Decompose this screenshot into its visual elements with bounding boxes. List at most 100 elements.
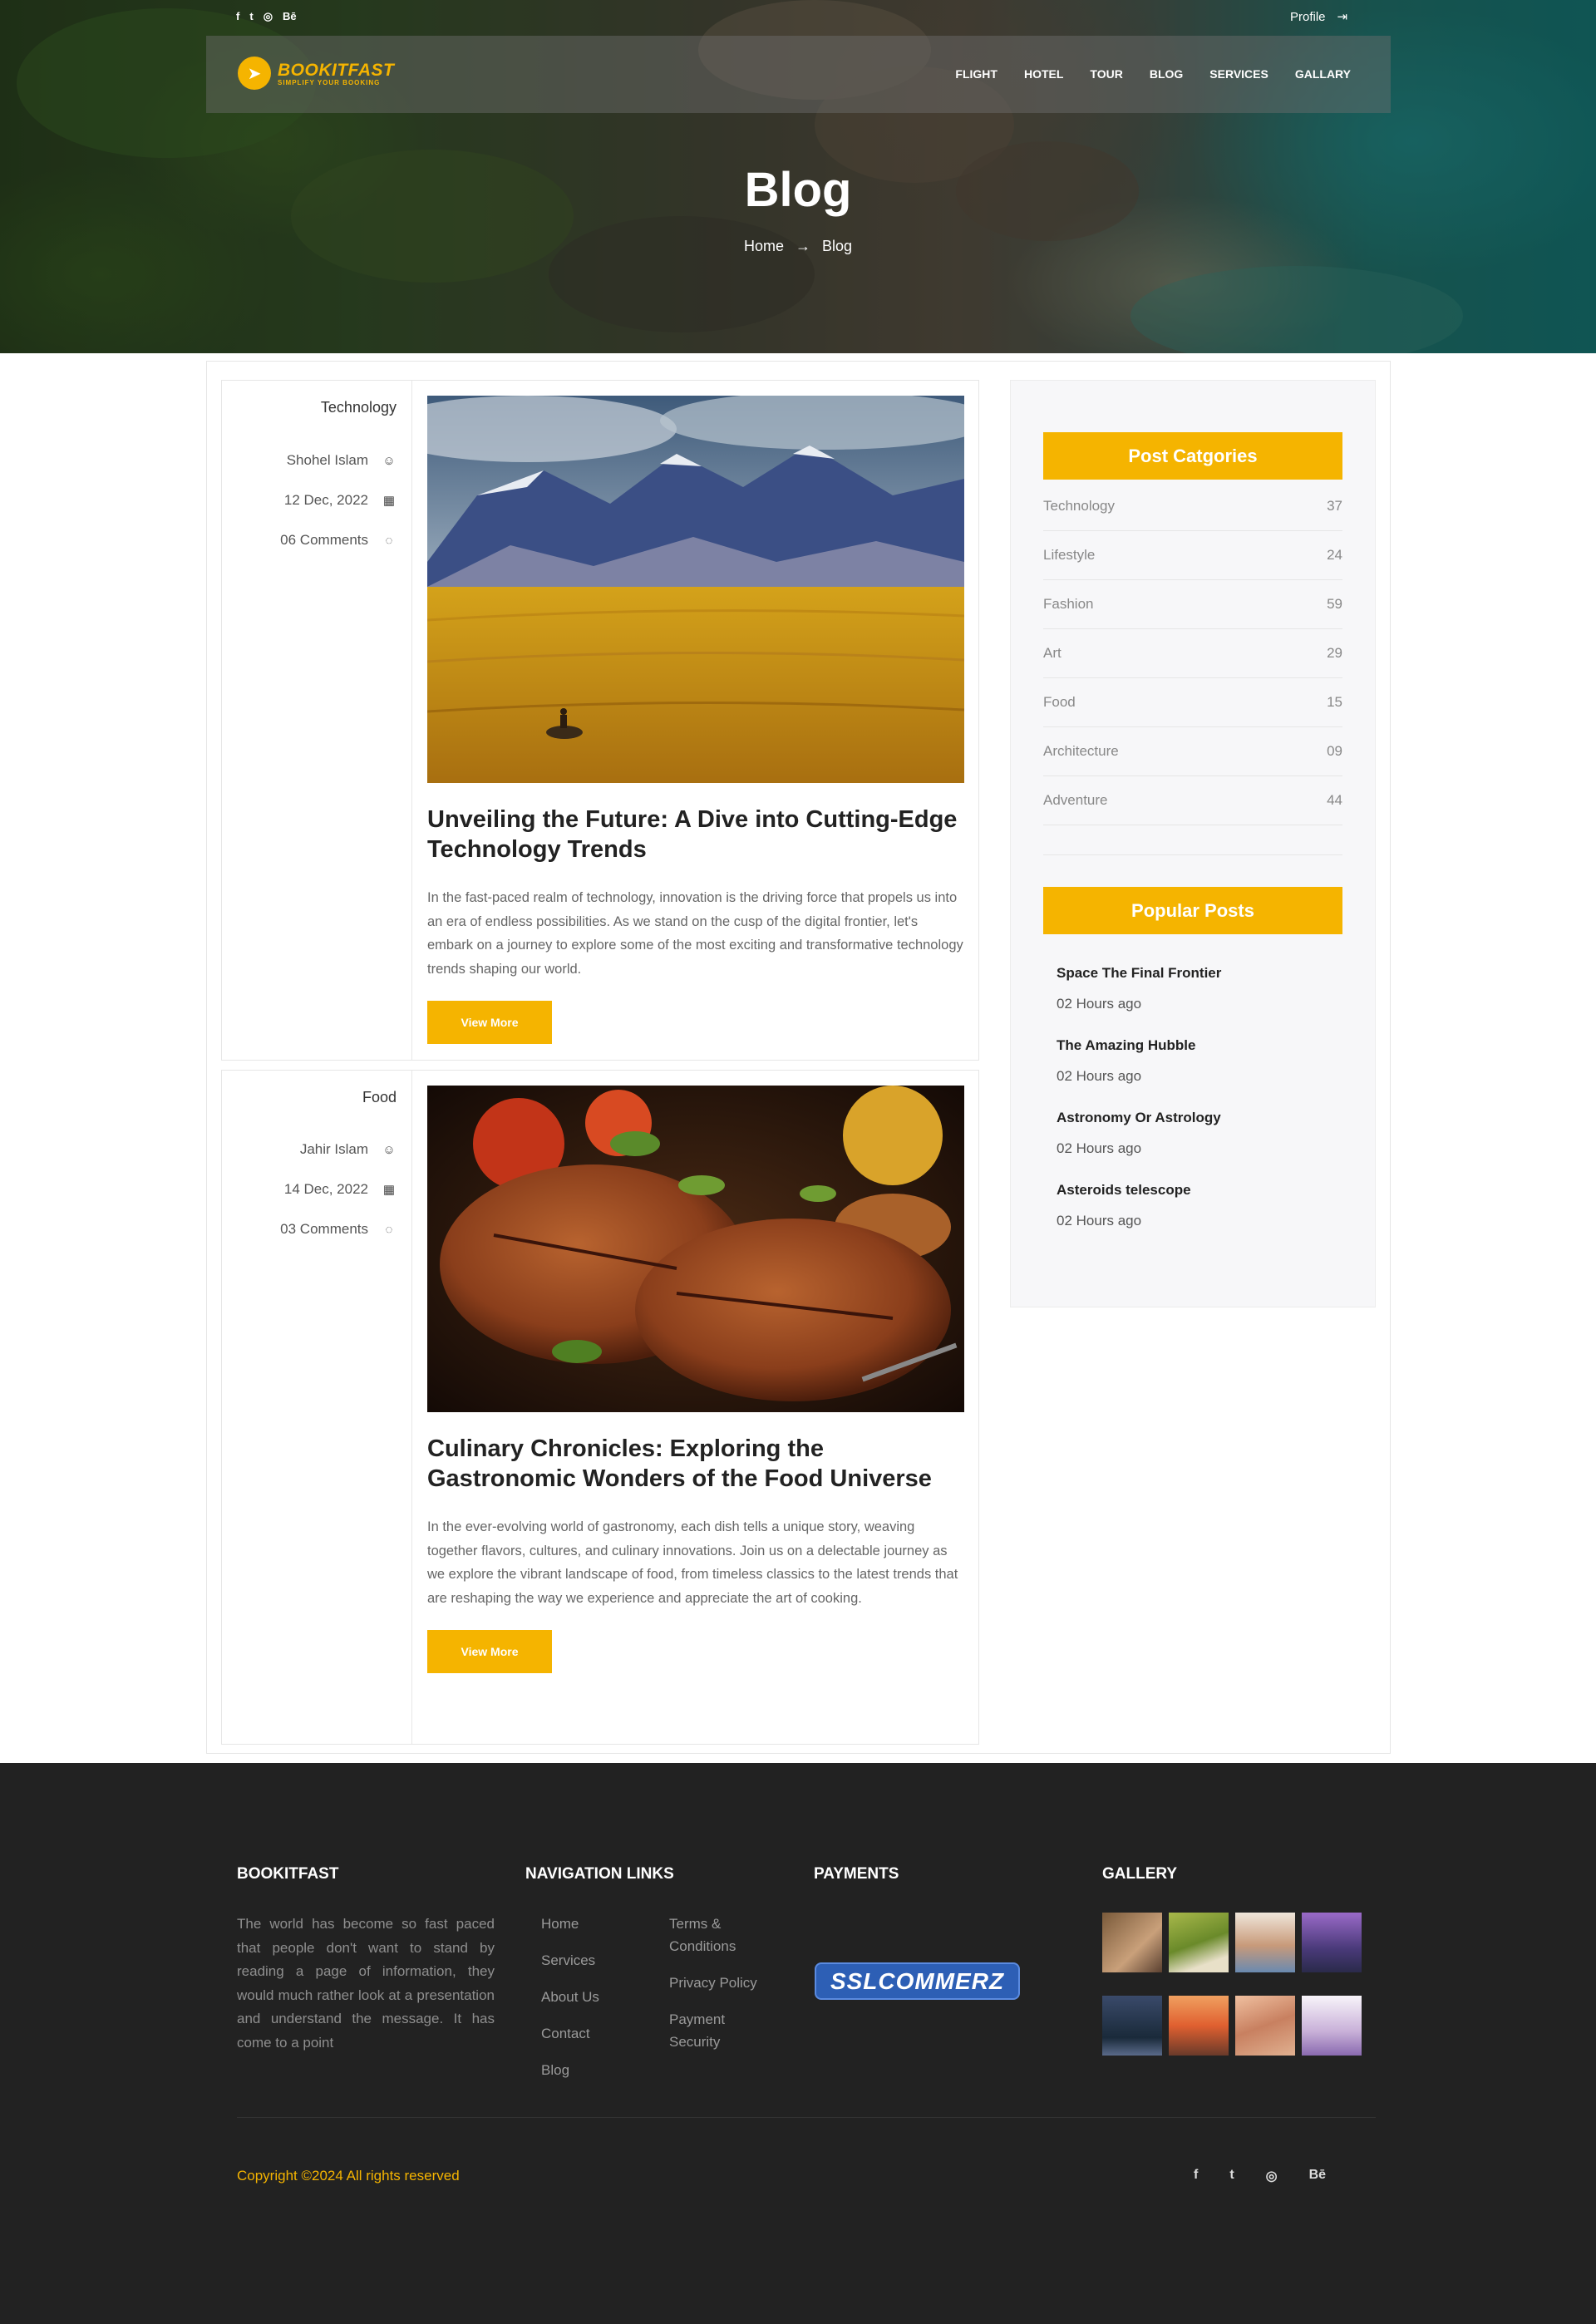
- footer-nav-heading: NAVIGATION LINKS: [525, 1865, 674, 1883]
- popular-post-title[interactable]: Astronomy Or Astrology: [1057, 1110, 1339, 1126]
- footer-link-services[interactable]: Services: [541, 1949, 599, 1972]
- comments-count[interactable]: 03 Comments: [280, 1221, 368, 1238]
- footer-link-home[interactable]: Home: [541, 1913, 599, 1935]
- brand-tagline: SIMPLIFY YOUR BOOKING: [278, 78, 381, 86]
- category-count: 29: [1327, 645, 1342, 661]
- sidebar: Post Catgories Technology 37 Lifestyle 24 …: [1010, 380, 1376, 1307]
- breadcrumb-home[interactable]: Home: [744, 238, 784, 255]
- post-category[interactable]: Food: [362, 1089, 397, 1106]
- category-name[interactable]: Lifestyle: [1043, 547, 1095, 564]
- gallery-thumb[interactable]: [1302, 1996, 1362, 2056]
- behance-icon[interactable]: Bē: [1309, 2168, 1326, 2184]
- brand-name: BOOKITFAST: [278, 60, 395, 80]
- category-count: 44: [1327, 792, 1342, 808]
- category-name[interactable]: Architecture: [1043, 743, 1119, 760]
- nav-tour[interactable]: TOUR: [1090, 67, 1122, 81]
- gallery-thumb[interactable]: [1235, 1913, 1295, 1972]
- nav-menu: FLIGHT HOTEL TOUR BLOG SERVICES GALLARY: [955, 67, 1351, 81]
- behance-icon[interactable]: Bē: [283, 10, 297, 23]
- category-name[interactable]: Fashion: [1043, 596, 1093, 613]
- footer-link-privacy[interactable]: Privacy Policy: [669, 1972, 761, 1994]
- comments-count[interactable]: 06 Comments: [280, 532, 368, 549]
- nav-services[interactable]: SERVICES: [1209, 67, 1268, 81]
- footer-link-about[interactable]: About Us: [541, 1986, 599, 2008]
- nav-hotel[interactable]: HOTEL: [1024, 67, 1063, 81]
- post-title[interactable]: Unveiling the Future: A Dive into Cuttin…: [427, 805, 964, 864]
- popular-post-title[interactable]: Space The Final Frontier: [1057, 965, 1339, 982]
- gallery-thumb[interactable]: [1102, 1913, 1162, 1972]
- twitter-icon[interactable]: t: [1229, 2168, 1234, 2184]
- post-author: Shohel Islam ☺: [287, 452, 397, 469]
- category-name[interactable]: Adventure: [1043, 792, 1108, 809]
- footer-payments-heading: PAYMENTS: [814, 1865, 899, 1883]
- category-name[interactable]: Art: [1043, 645, 1062, 662]
- popular-post-item[interactable]: Asteroids telescope 02 Hours ago: [1057, 1182, 1339, 1254]
- post-comments: 03 Comments ◌: [280, 1221, 397, 1238]
- category-list: Technology 37 Lifestyle 24 Fashion 59 Art 29…: [1043, 482, 1342, 825]
- post-date: 14 Dec, 2022 ▦: [284, 1181, 397, 1198]
- facebook-icon[interactable]: f: [1194, 2168, 1198, 2184]
- page-title: Blog: [744, 163, 852, 217]
- sign-out-icon[interactable]: ⇥: [1337, 9, 1348, 24]
- dribbble-icon[interactable]: ◎: [1266, 2168, 1278, 2184]
- popular-post-time: 02 Hours ago: [1057, 1140, 1142, 1156]
- popular-post-time: 02 Hours ago: [1057, 1213, 1142, 1228]
- footer-link-blog[interactable]: Blog: [541, 2059, 599, 2081]
- category-item[interactable]: Lifestyle 24: [1043, 531, 1342, 580]
- category-count: 24: [1327, 547, 1342, 563]
- category-count: 37: [1327, 498, 1342, 514]
- category-item[interactable]: Fashion 59: [1043, 580, 1342, 629]
- popular-post-title[interactable]: Asteroids telescope: [1057, 1182, 1339, 1199]
- twitter-icon[interactable]: t: [249, 10, 253, 23]
- footer-gallery: [1102, 1913, 1364, 2056]
- author-name[interactable]: Jahir Islam: [300, 1141, 368, 1158]
- category-count: 15: [1327, 694, 1342, 710]
- brand-logo[interactable]: ➤ BOOKITFAST SIMPLIFY YOUR BOOKING: [238, 57, 394, 90]
- author-name[interactable]: Shohel Islam: [287, 452, 368, 469]
- popular-post-item[interactable]: Space The Final Frontier 02 Hours ago: [1057, 965, 1339, 1037]
- user-icon: ☺: [382, 1142, 396, 1157]
- footer-nav-col2: Terms & Conditions Privacy Policy Paymen…: [669, 1913, 761, 2067]
- category-item[interactable]: Adventure 44: [1043, 776, 1342, 825]
- popular-post-item[interactable]: Astronomy Or Astrology 02 Hours ago: [1057, 1110, 1339, 1182]
- comment-icon: ◌: [385, 533, 393, 548]
- post-title[interactable]: Culinary Chronicles: Exploring the Gastr…: [427, 1434, 964, 1494]
- category-name[interactable]: Technology: [1043, 498, 1115, 515]
- nav-blog[interactable]: BLOG: [1150, 67, 1183, 81]
- profile-link[interactable]: Profile ⇥: [1290, 9, 1348, 25]
- gallery-thumb[interactable]: [1169, 1913, 1229, 1972]
- post-image-mountain-field[interactable]: [427, 396, 964, 783]
- post-category[interactable]: Technology: [321, 399, 397, 416]
- popular-posts-heading: Popular Posts: [1043, 887, 1342, 934]
- date-text: 12 Dec, 2022: [283, 492, 368, 508]
- blog-post: Technology Shohel Islam ☺ 12 Dec, 2022 ▦…: [221, 380, 979, 1061]
- facebook-icon[interactable]: f: [236, 10, 239, 23]
- footer-link-contact[interactable]: Contact: [541, 2022, 599, 2045]
- topbar-social-icons: f t ◎ Bē: [236, 10, 297, 23]
- category-item[interactable]: Art 29: [1043, 629, 1342, 678]
- gallery-thumb[interactable]: [1102, 1996, 1162, 2056]
- category-item[interactable]: Food 15: [1043, 678, 1342, 727]
- profile-label[interactable]: Profile: [1290, 10, 1326, 24]
- divider: [1043, 854, 1342, 855]
- footer-link-payment-security[interactable]: Payment Security: [669, 2008, 761, 2053]
- nav-gallary[interactable]: GALLARY: [1295, 67, 1351, 81]
- view-more-button[interactable]: View More: [427, 1630, 552, 1673]
- dribbble-icon[interactable]: ◎: [264, 10, 273, 23]
- footer-gallery-heading: GALLERY: [1102, 1865, 1178, 1883]
- gallery-thumb[interactable]: [1302, 1913, 1362, 1972]
- popular-post-title[interactable]: The Amazing Hubble: [1057, 1037, 1339, 1054]
- nav-flight[interactable]: FLIGHT: [955, 67, 998, 81]
- category-item[interactable]: Technology 37: [1043, 482, 1342, 531]
- category-count: 09: [1327, 743, 1342, 759]
- category-item[interactable]: Architecture 09: [1043, 727, 1342, 776]
- category-name[interactable]: Food: [1043, 694, 1076, 711]
- gallery-thumb[interactable]: [1235, 1996, 1295, 2056]
- post-image-steak[interactable]: [427, 1086, 964, 1412]
- view-more-button[interactable]: View More: [427, 1001, 552, 1044]
- footer-link-terms[interactable]: Terms & Conditions: [669, 1913, 761, 1957]
- breadcrumb-current: Blog: [821, 238, 853, 254]
- gallery-thumb[interactable]: [1169, 1996, 1229, 2056]
- popular-post-item[interactable]: The Amazing Hubble 02 Hours ago: [1057, 1037, 1339, 1110]
- post-meta: Food Jahir Islam ☺ 14 Dec, 2022 ▦ 03 Com…: [222, 1071, 412, 1744]
